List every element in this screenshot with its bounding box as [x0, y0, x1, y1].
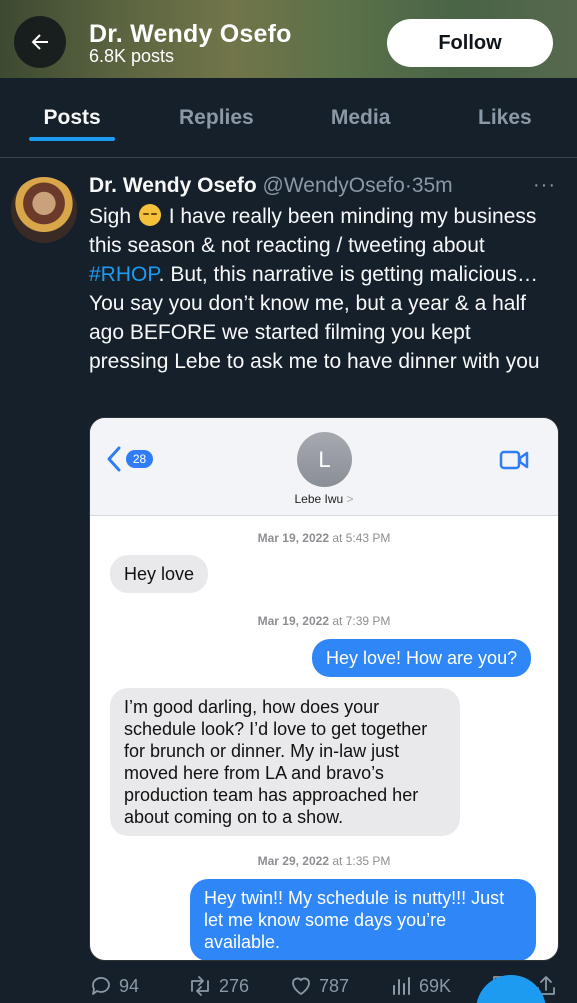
- timestamp-date: Mar 19, 2022: [257, 531, 329, 545]
- author-handle[interactable]: @WendyOsefo: [263, 174, 405, 197]
- chevron-left-icon: [107, 446, 121, 472]
- video-camera-icon: [499, 450, 529, 470]
- timestamp-time: at 7:39 PM: [332, 614, 391, 628]
- author-name[interactable]: Dr. Wendy Osefo: [89, 174, 257, 197]
- tweet-text: Sigh I have really been minding my busin…: [89, 202, 549, 376]
- profile-tabs: Posts Replies Media Likes: [0, 78, 577, 158]
- contact-chevron: >: [346, 492, 354, 506]
- repost-button[interactable]: 276: [187, 974, 249, 998]
- contact-name-text: Lebe Iwu: [294, 492, 344, 506]
- heart-icon: [292, 977, 310, 995]
- message-timestamp: Mar 29, 2022 at 1:35 PM: [90, 854, 558, 868]
- post-count: 6.8K posts: [89, 46, 175, 66]
- repost-count: 276: [219, 975, 250, 996]
- imessage-header: 28 L Lebe Iwu >: [90, 418, 558, 516]
- contact-avatar: L: [297, 432, 352, 487]
- back-arrow-icon: [31, 34, 48, 50]
- views-icon: [393, 977, 410, 995]
- profile-name: Dr. Wendy Osefo: [89, 20, 292, 48]
- tab-likes[interactable]: Likes: [433, 78, 577, 157]
- follow-button[interactable]: Follow: [387, 19, 553, 67]
- message-bubble-incoming: Hey love: [110, 555, 209, 593]
- tab-replies[interactable]: Replies: [144, 78, 288, 157]
- timestamp-time: at 5:43 PM: [332, 531, 391, 545]
- tab-posts[interactable]: Posts: [0, 78, 144, 157]
- message-bubble-outgoing: Hey twin!! My schedule is nutty!!! Just …: [190, 879, 536, 960]
- like-button[interactable]: 787: [289, 974, 349, 998]
- message-bubble-outgoing: Hey love! How are you?: [312, 639, 532, 677]
- profile-header: Dr. Wendy Osefo 6.8K posts Follow: [0, 0, 577, 78]
- reply-button[interactable]: 94: [89, 974, 139, 998]
- tweet-header: Dr. Wendy Osefo @WendyOsefo·35m: [89, 174, 453, 198]
- contact-name: Lebe Iwu >: [90, 492, 558, 506]
- reply-icon: [92, 977, 110, 995]
- timestamp-time: at 1:35 PM: [332, 854, 391, 868]
- timestamp-date: Mar 19, 2022: [257, 614, 329, 628]
- avatar[interactable]: [11, 177, 77, 243]
- hashtag-link[interactable]: #RHOP: [89, 263, 159, 286]
- more-icon[interactable]: ···: [533, 174, 556, 197]
- view-count: 69K: [419, 975, 452, 996]
- tab-media[interactable]: Media: [289, 78, 433, 157]
- separator-dot: ·: [404, 174, 412, 197]
- unread-badge: 28: [126, 450, 153, 468]
- reply-count: 94: [119, 975, 140, 996]
- message-timestamp: Mar 19, 2022 at 5:43 PM: [90, 531, 558, 545]
- tweet-text-part: Sigh: [89, 205, 137, 228]
- tweet-time[interactable]: 35m: [412, 174, 453, 197]
- message-timestamp: Mar 19, 2022 at 7:39 PM: [90, 614, 558, 628]
- tweet-image[interactable]: 28 L Lebe Iwu > Mar 19, 2022 at 5:43 PM …: [89, 417, 559, 961]
- views-button[interactable]: 69K: [389, 974, 451, 998]
- like-count: 787: [319, 975, 350, 996]
- message-bubble-incoming: I’m good darling, how does your schedule…: [110, 688, 460, 836]
- pensive-face-emoji-icon: [138, 204, 161, 226]
- back-button[interactable]: [14, 16, 66, 68]
- repost-icon: [191, 976, 209, 996]
- timestamp-date: Mar 29, 2022: [257, 854, 329, 868]
